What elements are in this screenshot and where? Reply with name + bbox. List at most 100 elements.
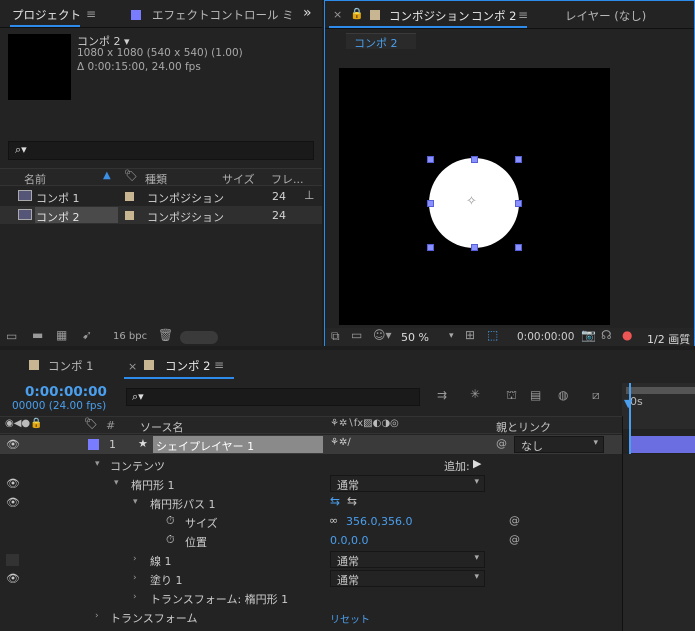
- reset-link[interactable]: リセット: [330, 611, 370, 626]
- ellipse-transform-row[interactable]: › トランスフォーム: 楕円形 1: [0, 588, 622, 607]
- motion-blur-icon[interactable]: ◍: [558, 388, 568, 402]
- new-folder-icon[interactable]: ▬: [32, 328, 43, 342]
- contents-row[interactable]: ▾ コンテンツ 追加: ▶: [0, 455, 622, 474]
- grid-icon[interactable]: ⊞: [465, 328, 475, 342]
- col-frame[interactable]: フレ...: [271, 171, 304, 187]
- blend-mode-select[interactable]: 通常 ▾: [330, 551, 485, 568]
- expand-chevron-icon[interactable]: ›: [95, 611, 99, 621]
- interpret-footage-icon[interactable]: ▭: [6, 329, 17, 343]
- flowchart-icon[interactable]: ⊥: [304, 188, 314, 202]
- expand-chevron-icon[interactable]: ›: [133, 573, 137, 583]
- trash-icon[interactable]: 🗑: [158, 328, 173, 342]
- current-time[interactable]: 0:00:00:00: [25, 384, 107, 400]
- stroke-row[interactable]: › 線 1 通常 ▾: [0, 550, 622, 569]
- new-comp-icon[interactable]: ▦: [56, 328, 67, 342]
- add-button-icon[interactable]: ▶: [473, 457, 481, 470]
- close-tab-icon[interactable]: ×: [128, 360, 137, 373]
- ellipse-group-row[interactable]: 👁 ▾ 楕円形 1 通常 ▾: [0, 474, 622, 493]
- expand-chevron-icon[interactable]: ›: [133, 592, 137, 602]
- tab-layer[interactable]: レイヤー (なし): [565, 8, 646, 24]
- bpc-button[interactable]: 16 bpc: [113, 331, 147, 342]
- tab-comp1[interactable]: コンポ 1: [48, 358, 93, 374]
- expand-chevron-icon[interactable]: ▾: [114, 478, 119, 488]
- monitor-icon[interactable]: ▭: [351, 328, 362, 342]
- timeline-graph-area[interactable]: [622, 454, 695, 631]
- col-parent[interactable]: 親とリンク: [496, 419, 551, 435]
- fill-row[interactable]: 👁 › 塗り 1 通常 ▾: [0, 569, 622, 588]
- col-type[interactable]: 種類: [145, 171, 167, 187]
- thumbnail-slider[interactable]: [180, 331, 218, 344]
- path-direction-icon[interactable]: ⇆: [330, 494, 340, 508]
- bbox-handle[interactable]: [471, 156, 478, 163]
- draft-3d-icon[interactable]: ✳: [470, 387, 480, 401]
- visibility-eye-icon[interactable]: 👁: [6, 477, 20, 490]
- mask-path-icon[interactable]: ⬚: [487, 328, 498, 342]
- comp-breadcrumb[interactable]: コンポ 2: [346, 33, 416, 50]
- always-preview-icon[interactable]: ⧉: [331, 329, 340, 344]
- comp-canvas[interactable]: ✧: [339, 68, 610, 325]
- ellipse-path-row[interactable]: 👁 ▾ 楕円形パス 1 ⇆ ⇆: [0, 493, 622, 512]
- blend-mode-select[interactable]: 通常 ▾: [330, 570, 485, 587]
- col-source-name[interactable]: ソース名: [140, 419, 183, 435]
- overflow-button[interactable]: »: [303, 5, 312, 21]
- blend-mode-select[interactable]: 通常 ▾: [330, 475, 485, 492]
- visibility-eye-icon[interactable]: 👁: [6, 438, 20, 451]
- playhead-handle-icon[interactable]: ▼: [624, 397, 632, 410]
- layer-label-swatch[interactable]: [88, 439, 99, 450]
- viewer-timecode[interactable]: 0:00:00:00: [517, 331, 574, 343]
- shy-icon[interactable]: ⛫: [506, 388, 517, 404]
- comp-flowchart-icon[interactable]: ⇉: [437, 388, 447, 402]
- lock-icon[interactable]: 🔒: [350, 7, 364, 20]
- bbox-handle[interactable]: [515, 200, 522, 207]
- bbox-handle[interactable]: [515, 156, 522, 163]
- visibility-eye-icon[interactable]: 👁: [6, 496, 20, 509]
- time-ruler[interactable]: 0s: [622, 383, 695, 429]
- project-item-row[interactable]: コンポ 1 コンポジション 24 ⊥: [0, 187, 322, 205]
- parent-select[interactable]: なし ▾: [514, 436, 604, 453]
- tab-composition[interactable]: コンポジション: [389, 8, 470, 24]
- expand-chevron-icon[interactable]: ▾: [95, 459, 100, 469]
- frame-blend-icon[interactable]: ▤: [530, 388, 541, 402]
- col-name[interactable]: 名前: [24, 171, 46, 187]
- tab-effect-controls[interactable]: エフェクトコントロール ミ: [152, 7, 294, 23]
- tab-project[interactable]: プロジェクト: [12, 7, 81, 23]
- timeline-menu-icon[interactable]: ≡: [214, 358, 224, 372]
- size-property-row[interactable]: ⏱ サイズ ∞ 356.0,356.0 @: [0, 512, 622, 531]
- viewer-menu-icon[interactable]: ≡: [518, 8, 528, 22]
- anchor-point-icon[interactable]: ✧: [466, 194, 477, 209]
- col-size[interactable]: サイズ: [222, 171, 255, 187]
- show-snapshot-icon[interactable]: ☊: [601, 328, 612, 342]
- expand-chevron-icon[interactable]: ›: [133, 554, 137, 564]
- path-direction-reverse-icon[interactable]: ⇆: [347, 494, 357, 508]
- label-column-icon[interactable]: 🏷: [124, 169, 138, 182]
- work-area-bar[interactable]: [626, 387, 695, 394]
- search-field[interactable]: ⌕▾: [8, 141, 314, 160]
- snapshot-icon[interactable]: 📷: [581, 328, 596, 342]
- tab-comp2[interactable]: コンポ 2: [165, 358, 210, 374]
- layer-transform-row[interactable]: › トランスフォーム リセット: [0, 607, 622, 626]
- bbox-handle[interactable]: [427, 200, 434, 207]
- close-tab-icon[interactable]: ×: [333, 8, 342, 21]
- expand-chevron-icon[interactable]: ▾: [133, 497, 138, 507]
- size-value[interactable]: 356.0,356.0: [346, 515, 412, 528]
- project-item-row[interactable]: コンポ 2 コンポジション 24: [0, 206, 322, 224]
- tab-comp-name[interactable]: コンポ 2: [471, 8, 516, 24]
- stopwatch-icon[interactable]: ⏱: [166, 533, 175, 547]
- expression-spiral-icon[interactable]: @: [509, 514, 520, 527]
- bbox-handle[interactable]: [427, 156, 434, 163]
- visibility-toggle-off[interactable]: [6, 554, 19, 566]
- layer-duration-bar[interactable]: [631, 436, 695, 453]
- stopwatch-icon[interactable]: ⏱: [166, 514, 175, 528]
- project-settings-icon[interactable]: ➹: [82, 328, 92, 342]
- panel-menu-icon[interactable]: ≡: [86, 7, 96, 21]
- resolution-select[interactable]: 1/2 画質: [647, 331, 690, 347]
- link-icon[interactable]: ∞: [329, 514, 338, 527]
- mask-visibility-icon[interactable]: ☺▾: [373, 328, 392, 342]
- graph-editor-icon[interactable]: ⧄: [592, 388, 600, 403]
- bbox-handle[interactable]: [427, 244, 434, 251]
- position-value[interactable]: 0.0,0.0: [330, 534, 368, 547]
- bbox-handle[interactable]: [471, 244, 478, 251]
- channel-icon[interactable]: ●: [622, 328, 632, 342]
- layer-row[interactable]: 👁 1 ★ シェイプレイヤー 1 ⚘✲∕ @ なし ▾: [0, 435, 622, 454]
- layer-search[interactable]: ⌕▾: [126, 388, 420, 406]
